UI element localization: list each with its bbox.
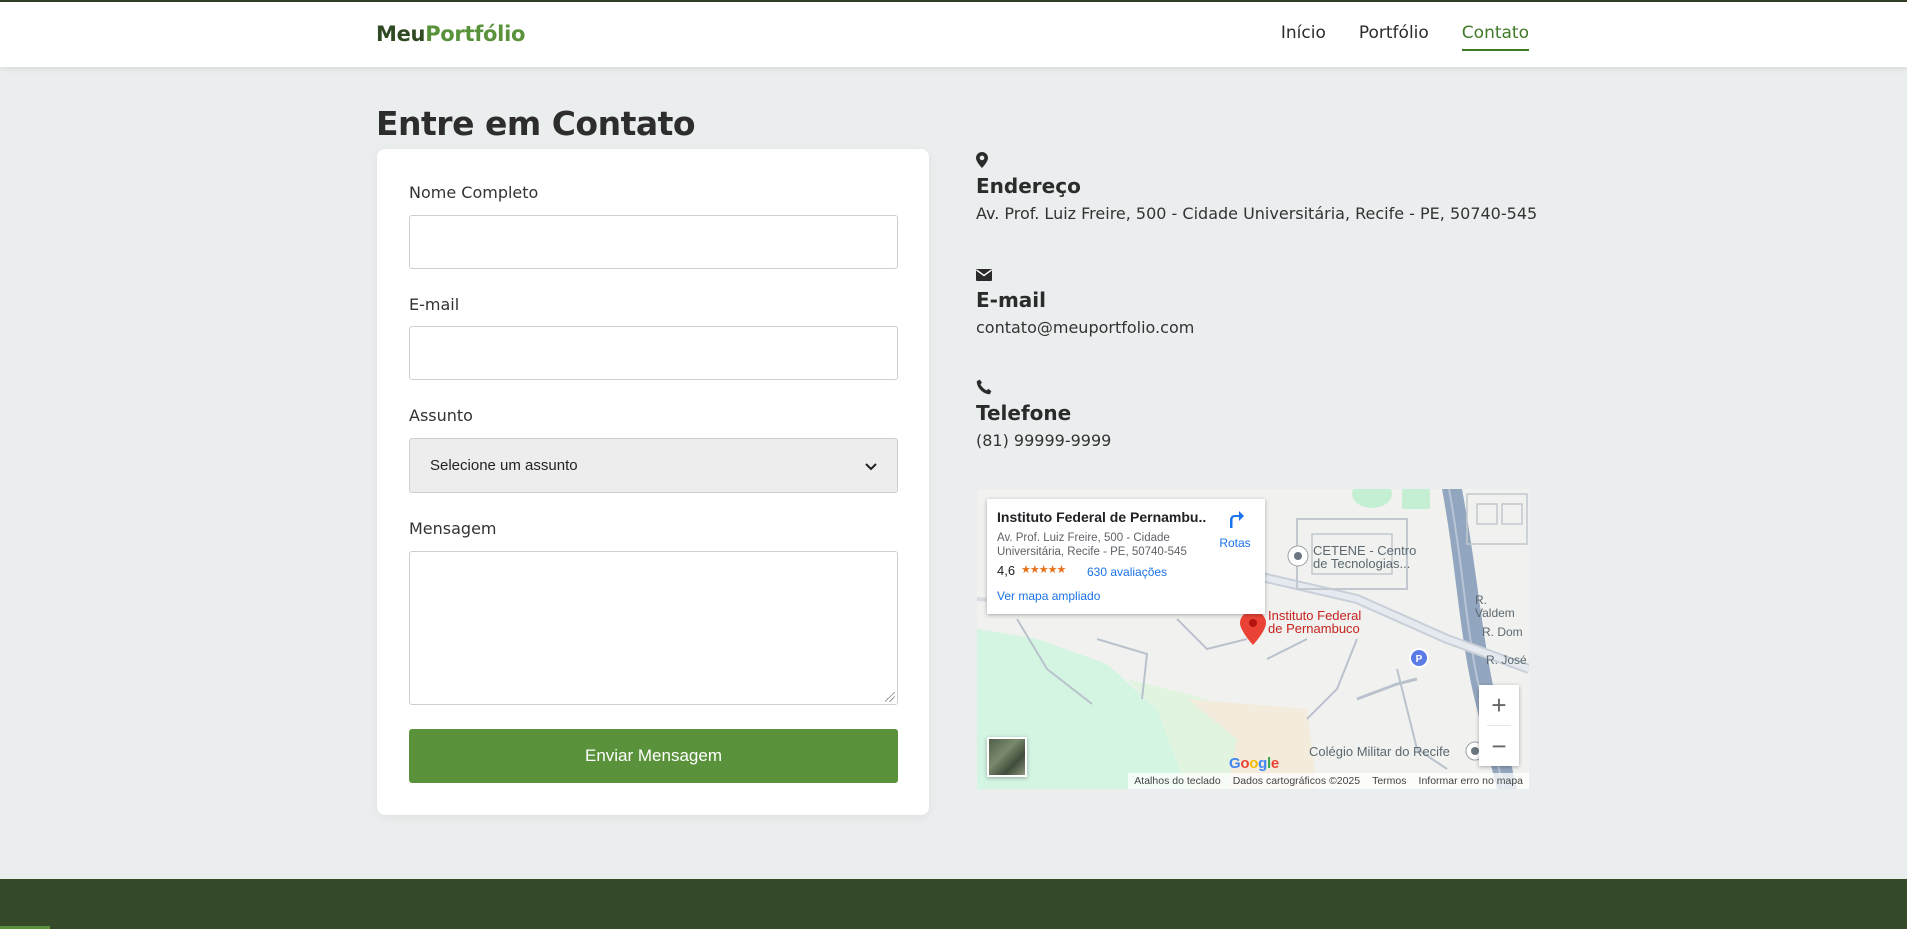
resize-handle-icon[interactable] bbox=[885, 692, 895, 702]
page-footer bbox=[0, 879, 1907, 929]
map-marker-icon bbox=[976, 152, 992, 168]
brand-part1: Meu bbox=[376, 22, 426, 46]
poi-cetene-line2: de Tecnologias... bbox=[1313, 556, 1411, 571]
map-pin-label[interactable]: Instituto Federal de Pernambuco bbox=[1268, 609, 1361, 635]
map-footer: Atalhos do teclado Dados cartográficos ©… bbox=[1128, 773, 1529, 789]
address-title: Endereço bbox=[976, 174, 1081, 198]
email-value[interactable]: contato@meuportfolio.com bbox=[976, 318, 1194, 337]
address-value: Av. Prof. Luiz Freire, 500 - Cidade Univ… bbox=[976, 204, 1538, 223]
map-data-credit: Dados cartográficos ©2025 bbox=[1232, 775, 1361, 787]
rating-stars-icon: ★★★★★ bbox=[1021, 564, 1066, 576]
subject-selected-value: Selecione um assunto bbox=[430, 457, 578, 474]
street-label-2: R. Dom bbox=[1482, 625, 1523, 639]
phone-icon bbox=[976, 379, 992, 395]
terms-link[interactable]: Termos bbox=[1372, 775, 1406, 787]
embedded-map[interactable]: P Instituto Federal de Pernambuco CETENE… bbox=[977, 489, 1529, 789]
place-address: Av. Prof. Luiz Freire, 500 - Cidade Univ… bbox=[997, 532, 1187, 558]
street-label-1: R. Valdem bbox=[1475, 593, 1515, 620]
message-label: Mensagem bbox=[409, 519, 497, 538]
top-navbar: MeuPortfólio Início Portfólio Contato bbox=[0, 0, 1907, 67]
place-rating: 4,6 bbox=[997, 563, 1016, 578]
send-message-button[interactable]: Enviar Mensagem bbox=[409, 729, 898, 783]
place-name: Instituto Federal de Pernambu... bbox=[997, 509, 1207, 525]
nav-link-inicio[interactable]: Início bbox=[1281, 23, 1326, 51]
map-place-card: Instituto Federal de Pernambu... Av. Pro… bbox=[987, 499, 1265, 614]
map-pin-label-line2: de Pernambuco bbox=[1268, 621, 1360, 636]
name-label: Nome Completo bbox=[409, 183, 539, 202]
chevron-down-icon bbox=[865, 458, 877, 474]
message-textarea[interactable] bbox=[409, 551, 898, 705]
zoom-in-button[interactable]: + bbox=[1479, 685, 1519, 725]
directions-button[interactable]: Rotas bbox=[1215, 509, 1255, 550]
keyboard-shortcuts-link[interactable]: Atalhos do teclado bbox=[1134, 775, 1220, 787]
street-label-3: R. José bbox=[1486, 653, 1527, 667]
nav-link-portfolio[interactable]: Portfólio bbox=[1359, 23, 1429, 51]
parking-marker: P bbox=[1416, 654, 1423, 665]
poi-cetene[interactable]: CETENE - Centro de Tecnologias... bbox=[1313, 544, 1416, 570]
directions-icon bbox=[1215, 509, 1255, 534]
phone-title: Telefone bbox=[976, 401, 1072, 425]
larger-map-link[interactable]: Ver mapa ampliado bbox=[997, 589, 1100, 603]
satellite-toggle-button[interactable] bbox=[987, 737, 1027, 777]
phone-block: Telefone (81) 99999-9999 bbox=[976, 379, 1111, 450]
brand-logo[interactable]: MeuPortfólio bbox=[376, 22, 525, 46]
name-input[interactable] bbox=[409, 215, 898, 269]
directions-label: Rotas bbox=[1219, 536, 1251, 550]
email-block: E-mail contato@meuportfolio.com bbox=[976, 266, 1194, 337]
address-block: Endereço Av. Prof. Luiz Freire, 500 - Ci… bbox=[976, 152, 1537, 223]
zoom-controls: + − bbox=[1479, 685, 1519, 766]
contact-form-card: Nome Completo E-mail Assunto Selecione u… bbox=[377, 149, 929, 815]
main-nav: Início Portfólio Contato bbox=[1281, 23, 1529, 51]
email-label: E-mail bbox=[409, 295, 460, 314]
phone-value: (81) 99999-9999 bbox=[976, 431, 1112, 450]
email-input[interactable] bbox=[409, 326, 898, 380]
zoom-out-button[interactable]: − bbox=[1479, 726, 1519, 766]
envelope-icon bbox=[976, 266, 992, 282]
poi-colegio[interactable]: Colégio Militar do Recife bbox=[1309, 745, 1450, 758]
google-logo: Google bbox=[1229, 755, 1279, 772]
subject-select[interactable]: Selecione um assunto bbox=[409, 438, 898, 493]
report-error-link[interactable]: Informar erro no mapa bbox=[1419, 775, 1523, 787]
nav-link-contato[interactable]: Contato bbox=[1461, 23, 1529, 51]
subject-label: Assunto bbox=[409, 406, 473, 425]
email-title: E-mail bbox=[976, 288, 1047, 312]
page-title: Entre em Contato bbox=[376, 104, 696, 143]
reviews-link[interactable]: 630 avaliações bbox=[1087, 565, 1167, 579]
brand-part2: Portfólio bbox=[425, 22, 526, 46]
